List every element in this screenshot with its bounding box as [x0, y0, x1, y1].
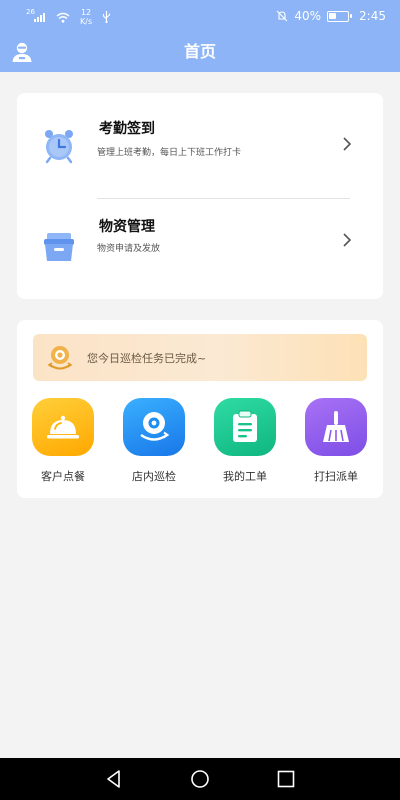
broom-icon — [323, 411, 349, 442]
patrol-status-banner: 您今日巡检任务已完成~ — [33, 334, 367, 381]
tile-icon-bg — [123, 398, 185, 456]
tile-customer-order[interactable]: 客户点餐 — [23, 398, 103, 484]
alarm-clock-icon — [45, 130, 73, 164]
wifi-icon — [56, 12, 70, 23]
tile-label: 打扫派单 — [314, 470, 358, 483]
menu-item-title: 考勤签到 — [99, 121, 155, 137]
back-icon[interactable] — [104, 769, 124, 789]
status-time: 2:45 — [359, 9, 386, 23]
tile-icon-bg — [214, 398, 276, 456]
camera-icon — [140, 412, 170, 441]
battery-fill — [329, 12, 337, 19]
quick-actions-card: 您今日巡检任务已完成~ 客户点餐 店内巡检 我的工单 打扫派单 — [17, 320, 383, 498]
status-right: 40% 2:45 — [276, 9, 386, 23]
status-left: 26 12 K/s — [26, 8, 111, 26]
menu-item-subtitle: 物资申请及发放 — [97, 244, 161, 254]
patrol-status-text: 您今日巡检任务已完成~ — [87, 352, 207, 365]
tile-label: 店内巡检 — [132, 470, 176, 483]
menu-item-title: 物资管理 — [99, 219, 155, 235]
quick-action-grid: 客户点餐 店内巡检 我的工单 打扫派单 — [17, 398, 383, 488]
tile-my-orders[interactable]: 我的工单 — [205, 398, 285, 484]
patrol-camera-icon — [47, 346, 73, 370]
tile-label: 我的工单 — [223, 470, 267, 483]
recents-icon[interactable] — [276, 769, 296, 789]
cell-signal-icon: 26 — [26, 9, 46, 23]
menu-card: 考勤签到 管理上班考勤，每日上下班工作打卡 物资管理 物资申请及发放 — [17, 93, 383, 299]
tile-store-patrol[interactable]: 店内巡检 — [114, 398, 194, 484]
battery-percent: 40% — [294, 9, 322, 23]
menu-item-attendance[interactable]: 考勤签到 管理上班考勤，每日上下班工作打卡 — [17, 93, 383, 193]
tile-label: 客户点餐 — [41, 470, 85, 483]
status-bar: 26 12 K/s 40% 2:45 — [0, 0, 400, 32]
chevron-right-icon — [343, 233, 352, 247]
menu-item-supplies[interactable]: 物资管理 物资申请及发放 — [17, 199, 383, 299]
menu-item-subtitle: 管理上班考勤，每日上下班工作打卡 — [97, 148, 242, 158]
storage-box-icon — [44, 233, 74, 261]
page-title: 首页 — [183, 42, 216, 61]
tile-cleaning-dispatch[interactable]: 打扫派单 — [296, 398, 376, 484]
cloche-icon — [47, 415, 79, 439]
battery-icon — [327, 10, 353, 22]
system-nav-bar — [0, 758, 400, 800]
clipboard-icon — [233, 410, 257, 442]
network-speed: 12 K/s — [80, 8, 93, 26]
usb-icon — [103, 11, 111, 23]
silent-bell-icon — [276, 10, 288, 22]
tile-icon-bg — [32, 398, 94, 456]
chevron-right-icon — [343, 137, 352, 151]
tile-icon-bg — [305, 398, 367, 456]
top-bar: 26 12 K/s 40% 2:45 首页 — [0, 0, 400, 72]
home-icon[interactable] — [190, 769, 210, 789]
